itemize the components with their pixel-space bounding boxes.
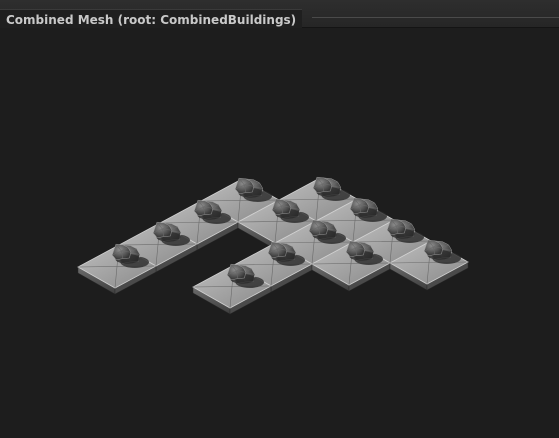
window-tab[interactable]: Combined Mesh (root: CombinedBuildings): [0, 9, 303, 29]
mesh-canvas[interactable]: [0, 28, 559, 438]
combined-buildings-mesh: [77, 176, 469, 315]
window-title: Combined Mesh (root: CombinedBuildings): [6, 12, 297, 27]
window-titlebar: Combined Mesh (root: CombinedBuildings): [0, 0, 559, 29]
titlebar-divider: [312, 17, 559, 18]
mesh-viewport[interactable]: [0, 28, 559, 438]
mesh-preview-window: Combined Mesh (root: CombinedBuildings): [0, 0, 559, 438]
